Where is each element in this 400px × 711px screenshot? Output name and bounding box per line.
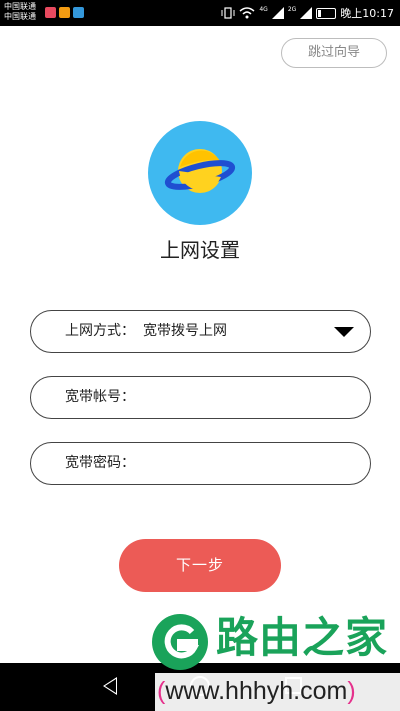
account-label: 宽带帐号： <box>65 389 135 405</box>
back-icon[interactable] <box>103 677 117 695</box>
carrier-1: 中国联通 <box>4 2 36 11</box>
status-right: 4G 2G 晚上10:17 <box>221 5 394 21</box>
planet-icon <box>148 121 252 225</box>
health-icon <box>45 7 56 18</box>
wifi-icon <box>239 7 255 19</box>
account-field[interactable]: 宽带帐号： <box>30 376 371 419</box>
app-icon-orange <box>59 7 70 18</box>
battery-icon <box>316 7 337 19</box>
password-field[interactable]: 宽带密码： <box>30 442 371 485</box>
vibrate-icon <box>221 7 235 19</box>
status-bar: 中国联通 中国联通 4G 2G 晚上10:17 <box>0 0 400 26</box>
watermark-name: 路由之家 <box>216 613 389 662</box>
connection-type-select[interactable]: 上网方式： 宽带拨号上网 <box>30 310 371 353</box>
connection-type-value: 宽带拨号上网 <box>143 323 227 339</box>
carrier-info: 中国联通 中国联通 <box>4 2 36 22</box>
watermark-logo-icon <box>152 614 208 670</box>
app-icon-blue <box>73 7 84 18</box>
page-title: 上网设置 <box>160 238 240 262</box>
watermark-url-text: www.hhhyh.com <box>165 677 348 705</box>
net-type-1: 4G <box>259 5 268 13</box>
notification-icons <box>45 7 84 18</box>
watermark-url-suffix: ) <box>347 677 356 705</box>
password-label: 宽带密码： <box>65 455 135 471</box>
caret-down-icon[interactable] <box>334 327 354 337</box>
net-type-2: 2G <box>287 5 297 13</box>
skip-wizard-button[interactable]: 跳过向导 <box>281 38 387 68</box>
signal-icon-2 <box>300 7 313 19</box>
status-time: 晚上10:17 <box>340 7 394 20</box>
next-button[interactable]: 下一步 <box>119 539 281 592</box>
carrier-2: 中国联通 <box>4 12 36 21</box>
watermark-url: (www.hhhyh.com) <box>157 674 356 708</box>
signal-icon-1 <box>271 7 284 19</box>
connection-type-label: 上网方式： <box>65 323 135 339</box>
